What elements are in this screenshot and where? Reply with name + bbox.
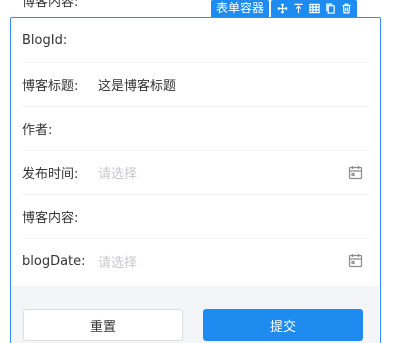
form-row-blog-content[interactable]: 博客内容: — [22, 195, 369, 239]
field-label: 发布时间: — [22, 167, 79, 182]
form-designer-canvas: 博客内容: 表单容器 BlogId: 博客标题: 这是博客标题 作者: 发布时间… — [0, 0, 399, 343]
form-row-blogid[interactable]: BlogId: — [22, 19, 369, 63]
form-row-blog-date[interactable]: blogDate: 请选择 — [22, 239, 369, 283]
field-value[interactable]: 这是博客标题 — [98, 75, 176, 94]
reset-button[interactable]: 重置 — [23, 309, 183, 341]
form-container[interactable]: BlogId: 博客标题: 这是博客标题 作者: 发布时间: 请选择 博客内容: — [10, 17, 381, 343]
form-row-publish-time[interactable]: 发布时间: 请选择 — [22, 151, 369, 195]
copy-icon[interactable] — [322, 0, 338, 17]
form-button-bar: 重置 提交 — [12, 294, 379, 343]
calendar-icon[interactable] — [348, 165, 363, 180]
date-picker-placeholder[interactable]: 请选择 — [98, 252, 137, 271]
move-icon[interactable] — [274, 0, 290, 17]
field-label: 作者: — [22, 123, 53, 138]
align-top-icon[interactable] — [290, 0, 306, 17]
container-toolbar: 表单容器 — [211, 0, 358, 17]
field-label: 博客标题: — [22, 79, 79, 94]
grid-icon[interactable] — [306, 0, 322, 17]
date-picker-placeholder[interactable]: 请选择 — [98, 163, 137, 182]
calendar-icon[interactable] — [348, 253, 363, 268]
form-row-author[interactable]: 作者: — [22, 107, 369, 151]
container-type-label: 表单容器 — [211, 0, 270, 17]
section-divider — [12, 286, 379, 294]
form-row-blog-title[interactable]: 博客标题: 这是博客标题 — [22, 63, 369, 107]
field-label: blogDate: — [22, 253, 86, 269]
field-label: BlogId: — [22, 33, 68, 48]
trash-icon[interactable] — [338, 0, 354, 17]
field-label: 博客内容: — [22, 211, 79, 226]
form-fields: BlogId: 博客标题: 这是博客标题 作者: 发布时间: 请选择 博客内容: — [12, 19, 379, 286]
container-actions — [271, 0, 358, 17]
submit-button[interactable]: 提交 — [203, 309, 363, 341]
previous-field-label: 博客内容: — [22, 0, 79, 10]
